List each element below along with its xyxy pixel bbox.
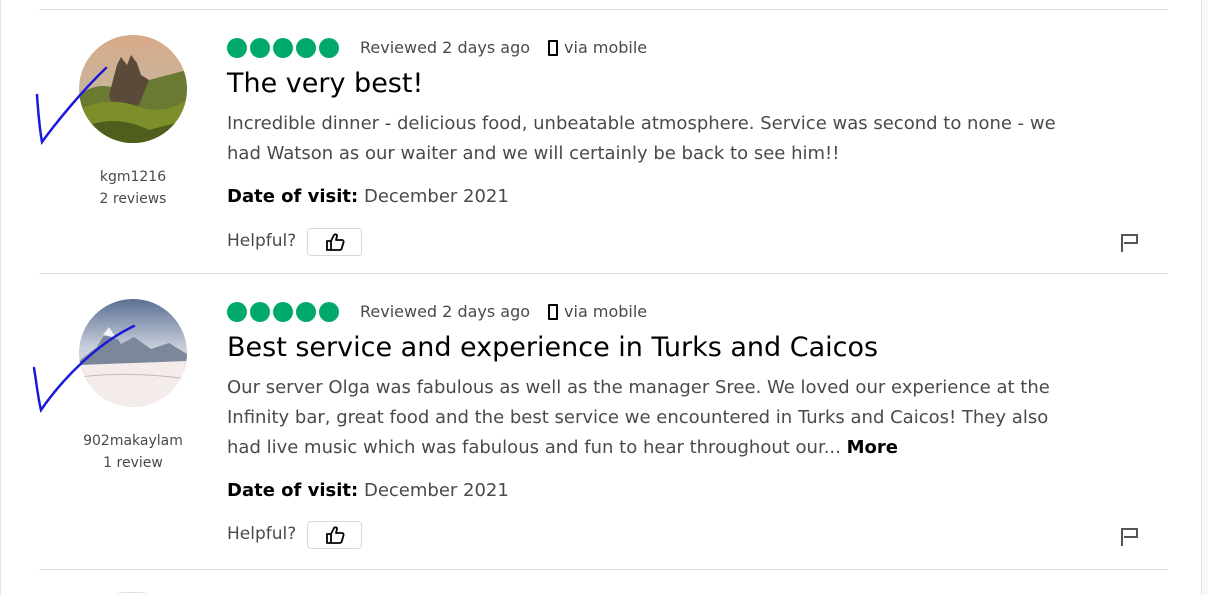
helpful-label: Helpful? xyxy=(227,231,297,251)
rating-bubble xyxy=(250,302,270,322)
date-of-visit-value: December 2021 xyxy=(363,480,509,501)
review-text: Incredible dinner - delicious food, unbe… xyxy=(227,113,1056,164)
date-of-visit-label: Date of visit: xyxy=(227,480,359,501)
rating-bubble xyxy=(250,38,270,58)
review-text: Our server Olga was fabulous as well as … xyxy=(227,377,1050,458)
rating-bubble xyxy=(319,38,339,58)
review-count: 2 reviews xyxy=(99,191,167,207)
date-of-visit: Date of visit: December 2021 xyxy=(227,480,509,501)
review-body: Our server Olga was fabulous as well as … xyxy=(227,373,1067,463)
check-mark-icon xyxy=(35,66,108,145)
check-mark-icon xyxy=(32,324,136,413)
rating-bubble xyxy=(227,38,247,58)
rating-bubble xyxy=(273,38,293,58)
thumbs-up-icon xyxy=(325,526,345,544)
review-count: 1 review xyxy=(103,455,163,471)
review-title[interactable]: The very best! xyxy=(227,68,423,99)
username[interactable]: 902makaylam xyxy=(60,430,206,452)
reviewed-date: Reviewed 2 days ago xyxy=(360,302,531,321)
helpful-vote-button[interactable] xyxy=(307,521,362,549)
rating-bubble xyxy=(227,302,247,322)
review-body: Incredible dinner - delicious food, unbe… xyxy=(227,109,1087,169)
rating-bubble xyxy=(296,302,316,322)
username[interactable]: kgm1216 xyxy=(60,166,206,188)
page-edge xyxy=(0,0,1,595)
report-flag-icon[interactable] xyxy=(1120,527,1140,547)
next-avatar-edge xyxy=(117,592,147,599)
date-of-visit-value: December 2021 xyxy=(363,186,509,207)
report-flag-icon[interactable] xyxy=(1120,233,1140,253)
rating-bubble xyxy=(319,302,339,322)
thumbs-up-icon xyxy=(325,233,345,251)
rating-bubble xyxy=(296,38,316,58)
review-title[interactable]: Best service and experience in Turks and… xyxy=(227,332,878,363)
reviewed-date: Reviewed 2 days ago xyxy=(360,38,531,57)
rating-bubbles xyxy=(227,302,339,322)
scrollbar[interactable] xyxy=(1201,0,1208,595)
helpful-label: Helpful? xyxy=(227,524,297,544)
divider xyxy=(39,273,1168,274)
divider xyxy=(39,9,1168,10)
date-of-visit-label: Date of visit: xyxy=(227,186,359,207)
more-link[interactable]: More xyxy=(847,437,898,458)
rating-bubbles xyxy=(227,38,339,58)
via-mobile: via mobile xyxy=(564,38,648,57)
review-meta: Reviewed 2 days ago via mobile xyxy=(360,38,647,57)
via-mobile: via mobile xyxy=(564,302,648,321)
rating-bubble xyxy=(273,302,293,322)
helpful-vote-button[interactable] xyxy=(307,228,362,256)
review-meta: Reviewed 2 days ago via mobile xyxy=(360,302,647,321)
divider xyxy=(39,569,1168,570)
mobile-phone-icon xyxy=(548,303,559,320)
date-of-visit: Date of visit: December 2021 xyxy=(227,186,509,207)
mobile-phone-icon xyxy=(548,39,559,56)
